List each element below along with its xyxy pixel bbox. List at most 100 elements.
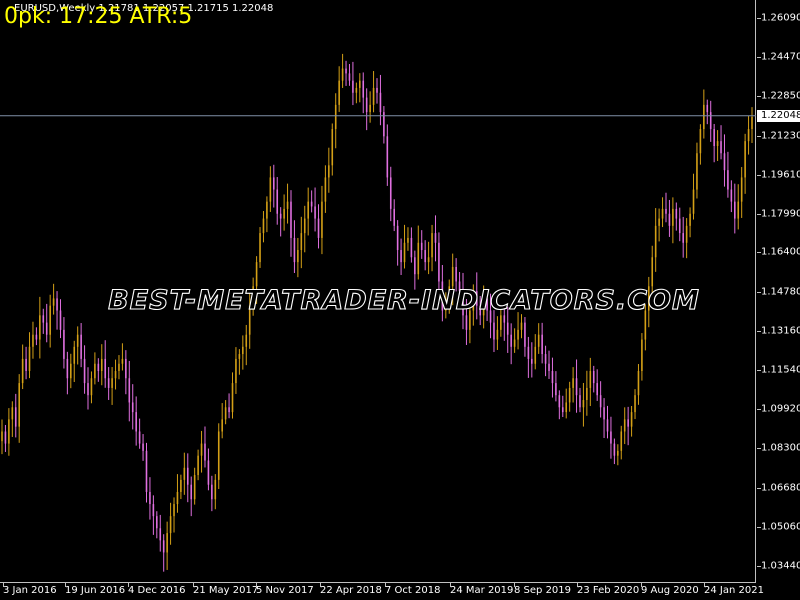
price-label: 1.26090 (761, 12, 800, 24)
candle-body (372, 87, 375, 105)
candle-body (568, 387, 571, 403)
candle-body (496, 329, 499, 340)
candle-body (617, 450, 619, 456)
candle-body (654, 225, 657, 258)
candle-body (307, 201, 309, 219)
candle-body (135, 412, 137, 432)
candle-body (685, 225, 688, 243)
candle-body (228, 407, 230, 413)
candle-body (682, 233, 684, 243)
time-label: 8 Sep 2019 (514, 585, 572, 596)
candle-body (517, 329, 519, 340)
candle-body (303, 218, 306, 234)
candle-body (107, 378, 110, 388)
candle-body (513, 339, 516, 347)
candle-body (35, 334, 38, 340)
candle-body (149, 491, 151, 505)
candle-body (231, 383, 234, 413)
time-label: 22 Apr 2018 (320, 585, 382, 596)
candle-body (493, 322, 495, 340)
candle-body (572, 378, 574, 388)
candle-body (224, 407, 227, 420)
watermark: BEST-METATRADER-INDICATORS.COM (108, 284, 700, 316)
candle-body (610, 431, 612, 444)
time-label: 19 Jun 2016 (65, 585, 126, 596)
candle-body (11, 407, 14, 420)
candle-body (97, 363, 100, 371)
candle-body (39, 315, 41, 340)
candle-body (737, 201, 740, 219)
price-label: 1.03440 (761, 560, 800, 572)
candle-body (376, 87, 378, 93)
candle-body (678, 218, 681, 234)
candle-body (279, 213, 282, 219)
candle-body (131, 402, 134, 413)
candle-body (8, 419, 10, 444)
candle-body (524, 322, 526, 347)
candle-body (121, 358, 124, 364)
candle-body (317, 218, 320, 238)
candle-body (18, 383, 21, 427)
candle-body (599, 395, 602, 408)
candle-body (186, 467, 189, 485)
candle-body (166, 533, 168, 553)
candle-body (403, 242, 406, 263)
candle-body (733, 201, 736, 219)
candle-body (104, 358, 107, 379)
candle-body (661, 208, 664, 219)
time-label: 4 Dec 2016 (128, 585, 186, 596)
candle-body (747, 129, 750, 142)
candle-body (66, 358, 69, 379)
candle-body (114, 370, 117, 379)
candle-body (235, 358, 237, 384)
candle-body (716, 141, 719, 146)
candle-body (328, 165, 330, 178)
candle-body (751, 116, 753, 130)
time-axis[interactable]: 3 Jan 2016 19 Jun 2016 4 Dec 2016 21 May 20… (0, 583, 764, 600)
candle-body (365, 97, 368, 113)
candle-body (596, 383, 598, 396)
candle-body (142, 443, 144, 451)
candle-body (152, 504, 155, 517)
candle-body (348, 73, 351, 81)
time-label: 24 Mar 2019 (450, 585, 514, 596)
candle-body (630, 412, 633, 427)
candle-body (744, 141, 746, 178)
candle-body (623, 419, 626, 432)
candle-body (310, 201, 313, 207)
candle-body (575, 378, 578, 396)
candle-body (675, 208, 678, 219)
candle-body (204, 443, 206, 461)
candle-body (269, 177, 272, 202)
candle-body (544, 354, 547, 364)
price-axis[interactable]: 1.26090 1.24470 1.22850 1.21230 1.19610 1.179… (757, 0, 800, 583)
candle-body (579, 395, 581, 408)
candle-body (94, 363, 96, 379)
candle-body (314, 206, 316, 219)
candle-body (259, 233, 261, 263)
candle-body (111, 378, 113, 388)
candle-body (118, 363, 120, 371)
candle-body (555, 383, 557, 396)
candle-body (527, 346, 530, 359)
candle-body (455, 266, 457, 282)
candle-body (169, 516, 172, 534)
candle-body (379, 92, 382, 113)
candle-body (324, 177, 327, 202)
candle-body (42, 315, 45, 323)
time-label: 9 Aug 2020 (641, 585, 699, 596)
candle-body (341, 68, 344, 81)
candle-body (207, 460, 210, 485)
candle-body (90, 378, 93, 396)
time-label: 7 Oct 2018 (385, 585, 441, 596)
candle-body (80, 334, 82, 359)
candle-body (266, 201, 268, 219)
candle-body (668, 213, 671, 226)
candle-body (70, 363, 72, 379)
candle-body (217, 431, 220, 480)
candle-body (355, 87, 358, 93)
candle-body (331, 129, 334, 166)
chart-area[interactable]: EURUSD,Weekly 1.21781 1.22057 1.21715 1.… (0, 0, 756, 583)
candle-body (156, 516, 158, 529)
candle-body (696, 153, 698, 190)
